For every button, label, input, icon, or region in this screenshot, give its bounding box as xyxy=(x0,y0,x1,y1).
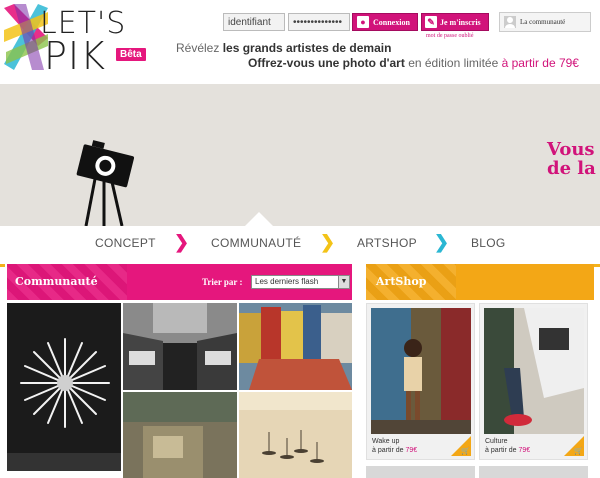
login-button-label: Connexion xyxy=(373,17,410,27)
culture-photo-image xyxy=(484,308,584,434)
password-input[interactable] xyxy=(288,13,350,31)
wall-photo-image xyxy=(123,392,237,478)
cart-icon: 🛒 xyxy=(574,448,583,455)
tagline-price: à partir de 79€ xyxy=(501,56,579,70)
photo-flower[interactable] xyxy=(7,303,121,471)
photo-trains[interactable] xyxy=(123,303,237,390)
community-button-label: La communauté xyxy=(520,18,566,26)
artshop-price-value: 79€ xyxy=(405,447,418,454)
photo-boats[interactable] xyxy=(239,392,352,478)
beta-badge: Bêta xyxy=(116,48,146,61)
logo-text-pik: PIK xyxy=(44,34,107,78)
tagline-offer: Offrez-vous une photo d'art xyxy=(248,56,405,70)
artshop-price-prefix: à partir de xyxy=(372,447,406,454)
artshop-card[interactable]: Wake up à partir de 79€ 🛒 xyxy=(366,303,475,460)
artshop-title: ArtShop xyxy=(376,275,427,288)
community-header: Communauté Trier par : Les derniers flas… xyxy=(7,264,352,300)
sort-select[interactable]: Les derniers flash ▼ xyxy=(251,275,350,289)
signup-button[interactable]: ✎ Je m'inscris xyxy=(421,13,489,31)
hero-illustration xyxy=(0,84,600,226)
sort-select-value: Les derniers flash xyxy=(255,277,319,286)
artshop-header: ArtShop xyxy=(366,264,594,300)
flower-photo-image xyxy=(7,303,121,471)
forgot-password-link[interactable]: mot de passe oublié xyxy=(426,33,474,39)
cart-icon: 🛒 xyxy=(461,448,470,455)
signup-button-label: Je m'inscris xyxy=(440,17,481,27)
artshop-card-next[interactable] xyxy=(479,466,588,478)
community-title: Communauté xyxy=(15,275,98,288)
community-button[interactable]: La communauté xyxy=(499,12,591,32)
hero-text-line2: de la xyxy=(547,158,596,179)
artshop-item-name: Culture xyxy=(485,438,508,445)
artshop-price-value: 79€ xyxy=(518,447,531,454)
username-input[interactable] xyxy=(223,13,285,31)
artshop-card-image xyxy=(371,308,471,434)
lock-icon: ● xyxy=(357,16,369,28)
avatar-icon xyxy=(504,16,516,28)
login-button[interactable]: ● Connexion xyxy=(352,13,418,31)
houses-photo-image xyxy=(239,303,352,390)
pencil-icon: ✎ xyxy=(425,16,437,28)
photo-houses[interactable] xyxy=(239,303,352,390)
artshop-item-price: à partir de 79€ xyxy=(485,447,530,454)
nav-notch xyxy=(245,212,273,226)
photo-wall[interactable] xyxy=(123,392,237,478)
nav-item-blog[interactable]: BLOG xyxy=(471,236,506,250)
logo[interactable]: LET'S PIK Bêta xyxy=(4,4,146,78)
artshop-card[interactable]: Culture à partir de 79€ 🛒 xyxy=(479,303,588,460)
artshop-price-prefix: à partir de xyxy=(485,447,519,454)
nav-item-communaute[interactable]: COMMUNAUTÉ xyxy=(211,236,301,250)
page: LET'S PIK Bêta ● Connexion ✎ Je m'inscri… xyxy=(0,0,600,478)
chevron-right-icon: ❯ xyxy=(320,232,336,252)
chevron-right-icon: ❯ xyxy=(434,232,450,252)
artshop-card-image xyxy=(484,308,584,434)
tagline-line2: Offrez-vous une photo d'art en édition l… xyxy=(248,56,579,70)
girl-photo-image xyxy=(371,308,471,434)
tagline-line1: Révélez les grands artistes de demain xyxy=(176,41,391,55)
nav-item-concept[interactable]: CONCEPT xyxy=(95,236,156,250)
boats-photo-image xyxy=(239,392,352,478)
tagline-prefix: Révélez xyxy=(176,41,223,55)
artshop-card-next[interactable] xyxy=(366,466,475,478)
chevron-right-icon: ❯ xyxy=(174,232,190,252)
artshop-item-name: Wake up xyxy=(372,438,400,445)
tagline-bold: les grands artistes de demain xyxy=(222,41,392,55)
hero-text-line1: Vous xyxy=(547,139,595,160)
artshop-item-price: à partir de 79€ xyxy=(372,447,417,454)
nav-item-artshop[interactable]: ARTSHOP xyxy=(357,236,417,250)
dropdown-arrow-icon[interactable]: ▼ xyxy=(338,276,349,288)
sort-label: Trier par : xyxy=(202,277,243,287)
hero-banner[interactable]: Vous de la xyxy=(0,84,600,226)
tagline-edition: en édition limitée xyxy=(404,56,502,70)
trains-photo-image xyxy=(123,303,237,390)
